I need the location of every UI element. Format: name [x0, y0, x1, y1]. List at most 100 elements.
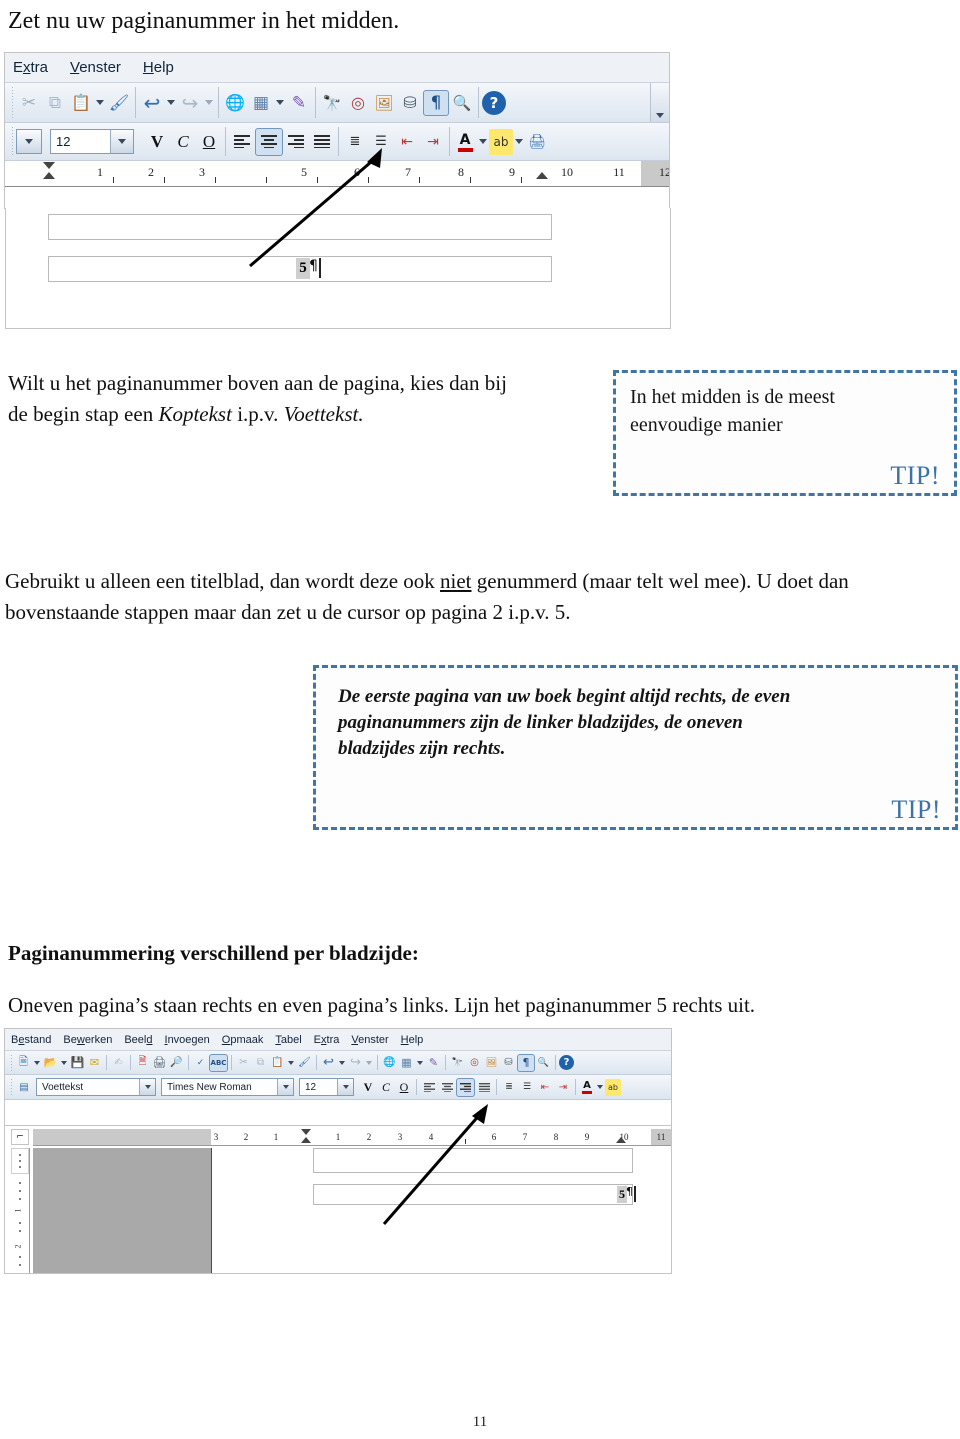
- vertical-ruler-bottom[interactable]: 1 2: [11, 1148, 30, 1273]
- paragraph-style-dropdown-button[interactable]: [16, 129, 42, 154]
- help-icon[interactable]: ?: [482, 90, 506, 115]
- font-size-dropdown-icon[interactable]: [337, 1079, 353, 1095]
- draw-functions-icon[interactable]: ✎: [425, 1054, 442, 1071]
- zoom-icon[interactable]: 🔍: [449, 90, 475, 116]
- open-dropdown-icon[interactable]: [61, 1060, 67, 1065]
- bullet-list-icon[interactable]: ☰: [518, 1078, 536, 1096]
- paragraph-style-combo[interactable]: Voettekst: [36, 1078, 156, 1096]
- italic-button[interactable]: C: [170, 129, 196, 155]
- paste-dropdown-icon[interactable]: [96, 100, 104, 105]
- footer-page-number-field[interactable]: 5: [296, 258, 310, 279]
- font-name-combo[interactable]: Times New Roman: [161, 1078, 294, 1096]
- toolbar-grip[interactable]: [10, 1078, 13, 1096]
- help-icon[interactable]: ?: [559, 1055, 574, 1070]
- background-color-icon[interactable]: 🖨: [525, 129, 549, 155]
- export-pdf-icon[interactable]: 🗎: [134, 1054, 151, 1071]
- paste-icon[interactable]: 📋: [269, 1054, 286, 1071]
- paragraph-style-apply-icon[interactable]: ▤: [15, 1078, 33, 1096]
- edit-mode-icon[interactable]: ✍: [110, 1054, 127, 1071]
- print-icon[interactable]: 🖨: [151, 1054, 168, 1071]
- insert-table-dropdown-icon[interactable]: [417, 1060, 423, 1065]
- menu-item-help[interactable]: Help: [401, 1034, 424, 1046]
- bold-button[interactable]: V: [144, 129, 170, 155]
- redo-icon[interactable]: ↪: [347, 1054, 364, 1071]
- menu-item-extra[interactable]: Extra: [13, 59, 48, 76]
- menu-item-bestand[interactable]: Bestand: [11, 1034, 51, 1046]
- standard-toolbar-bottom[interactable]: 🗎 📂 💾 ✉ ✍ 🗎 🖨 🔎 ✓ ABC ✂ ⧉ 📋 🖌 ↩ ↪ 🌐 ▦ ✎ …: [5, 1051, 671, 1075]
- decrease-indent-icon[interactable]: ⇤: [536, 1078, 554, 1096]
- font-size-combo[interactable]: 12: [50, 129, 134, 154]
- footer-text-frame[interactable]: [313, 1184, 633, 1205]
- toolbar-overflow-button[interactable]: [650, 83, 669, 122]
- align-justify-icon[interactable]: [309, 129, 335, 155]
- italic-button[interactable]: C: [377, 1078, 395, 1096]
- highlight-dropdown-icon[interactable]: [515, 139, 523, 144]
- numbered-list-icon[interactable]: ≣: [342, 129, 368, 155]
- copy-icon[interactable]: ⧉: [252, 1054, 269, 1071]
- chevron-down-icon[interactable]: [656, 113, 664, 118]
- tab-stop-selector-button[interactable]: ⌐: [11, 1129, 29, 1145]
- cut-icon[interactable]: ✂: [16, 90, 42, 116]
- paragraph-style-dropdown-icon[interactable]: [139, 1079, 155, 1095]
- font-size-dropdown-icon[interactable]: [110, 130, 133, 153]
- menu-bar-bottom[interactable]: Bestand Bewerken Beeld Invoegen Opmaak T…: [5, 1029, 671, 1051]
- save-icon[interactable]: 💾: [69, 1054, 86, 1071]
- new-dropdown-icon[interactable]: [34, 1060, 40, 1065]
- draw-functions-icon[interactable]: ✎: [286, 90, 312, 116]
- font-name-dropdown-icon[interactable]: [277, 1079, 293, 1095]
- left-indent-marker[interactable]: [301, 1137, 311, 1143]
- cut-icon[interactable]: ✂: [235, 1054, 252, 1071]
- menu-item-tabel[interactable]: Tabel: [275, 1034, 301, 1046]
- zoom-icon[interactable]: 🔍: [535, 1054, 552, 1071]
- toolbar-grip[interactable]: [11, 86, 14, 119]
- right-indent-marker[interactable]: [616, 1137, 626, 1143]
- print-preview-icon[interactable]: 🔎: [168, 1054, 185, 1071]
- first-line-indent-marker[interactable]: [301, 1129, 311, 1135]
- align-center-icon[interactable]: [255, 127, 283, 156]
- hyperlink-icon[interactable]: 🌐: [222, 90, 248, 116]
- new-document-icon[interactable]: 🗎: [15, 1054, 32, 1071]
- menu-item-opmaak[interactable]: Opmaak: [222, 1034, 264, 1046]
- formatting-toolbar-bottom[interactable]: ▤ Voettekst Times New Roman 12 V C O ≣ ☰…: [5, 1075, 671, 1100]
- highlight-color-icon[interactable]: ab: [605, 1078, 621, 1096]
- menu-bar-top[interactable]: Extra Venster Help: [5, 53, 669, 83]
- data-sources-icon[interactable]: ⛁: [397, 90, 423, 116]
- formatting-toolbar-top[interactable]: 12 V C O ≣ ☰ ⇤ ⇥ A ab 🖨: [5, 123, 669, 161]
- menu-item-extra[interactable]: Extra: [314, 1034, 340, 1046]
- horizontal-ruler-top[interactable]: 1 2 3 4 5 6 7 8 9 10 11 12: [5, 161, 669, 187]
- underline-button[interactable]: O: [395, 1078, 413, 1096]
- standard-toolbar-top[interactable]: ✂ ⧉ 📋 🖌 ↩ ↪ 🌐 ▦ ✎ 🔭 ◎ 🖼 ⛁ ¶ 🔍 ?: [5, 83, 669, 123]
- underline-button[interactable]: O: [196, 129, 222, 155]
- bullet-list-icon[interactable]: ☰: [368, 129, 394, 155]
- menu-item-help[interactable]: Help: [143, 59, 174, 76]
- horizontal-ruler-bottom[interactable]: 3 2 1 1 2 3 4 5 6 7 8 9 10 11: [33, 1129, 671, 1146]
- spelling-icon[interactable]: ✓: [192, 1054, 209, 1071]
- menu-item-venster[interactable]: Venster: [70, 59, 121, 76]
- align-center-icon[interactable]: [438, 1078, 456, 1096]
- menu-item-invoegen[interactable]: Invoegen: [165, 1034, 210, 1046]
- ruler-tab-stop[interactable]: [465, 1139, 466, 1144]
- align-right-icon[interactable]: [283, 129, 309, 155]
- insert-table-icon[interactable]: ▦: [248, 90, 274, 116]
- align-left-icon[interactable]: [420, 1078, 438, 1096]
- font-size-combo[interactable]: 12: [299, 1078, 354, 1096]
- font-color-dropdown-icon[interactable]: [479, 139, 487, 144]
- copy-icon[interactable]: ⧉: [42, 90, 68, 116]
- document-body-top[interactable]: 5 ¶: [5, 208, 671, 329]
- highlight-color-icon[interactable]: ab: [489, 128, 513, 155]
- undo-dropdown-icon[interactable]: [339, 1060, 345, 1065]
- font-color-icon[interactable]: A: [579, 1078, 595, 1096]
- navigator-icon[interactable]: ◎: [345, 90, 371, 116]
- header-text-frame[interactable]: [48, 214, 552, 240]
- toolbar-grip[interactable]: [10, 1054, 13, 1071]
- undo-icon[interactable]: ↩: [139, 90, 165, 116]
- undo-dropdown-icon[interactable]: [167, 100, 175, 105]
- header-text-frame[interactable]: [313, 1148, 633, 1173]
- decrease-indent-icon[interactable]: ⇤: [394, 129, 420, 155]
- toolbar-grip[interactable]: [11, 126, 14, 157]
- find-replace-icon[interactable]: 🔭: [449, 1054, 466, 1071]
- font-color-icon[interactable]: A: [453, 129, 477, 155]
- find-replace-icon[interactable]: 🔭: [319, 90, 345, 116]
- navigator-icon[interactable]: ◎: [466, 1054, 483, 1071]
- insert-image-icon[interactable]: 🖼: [371, 90, 397, 116]
